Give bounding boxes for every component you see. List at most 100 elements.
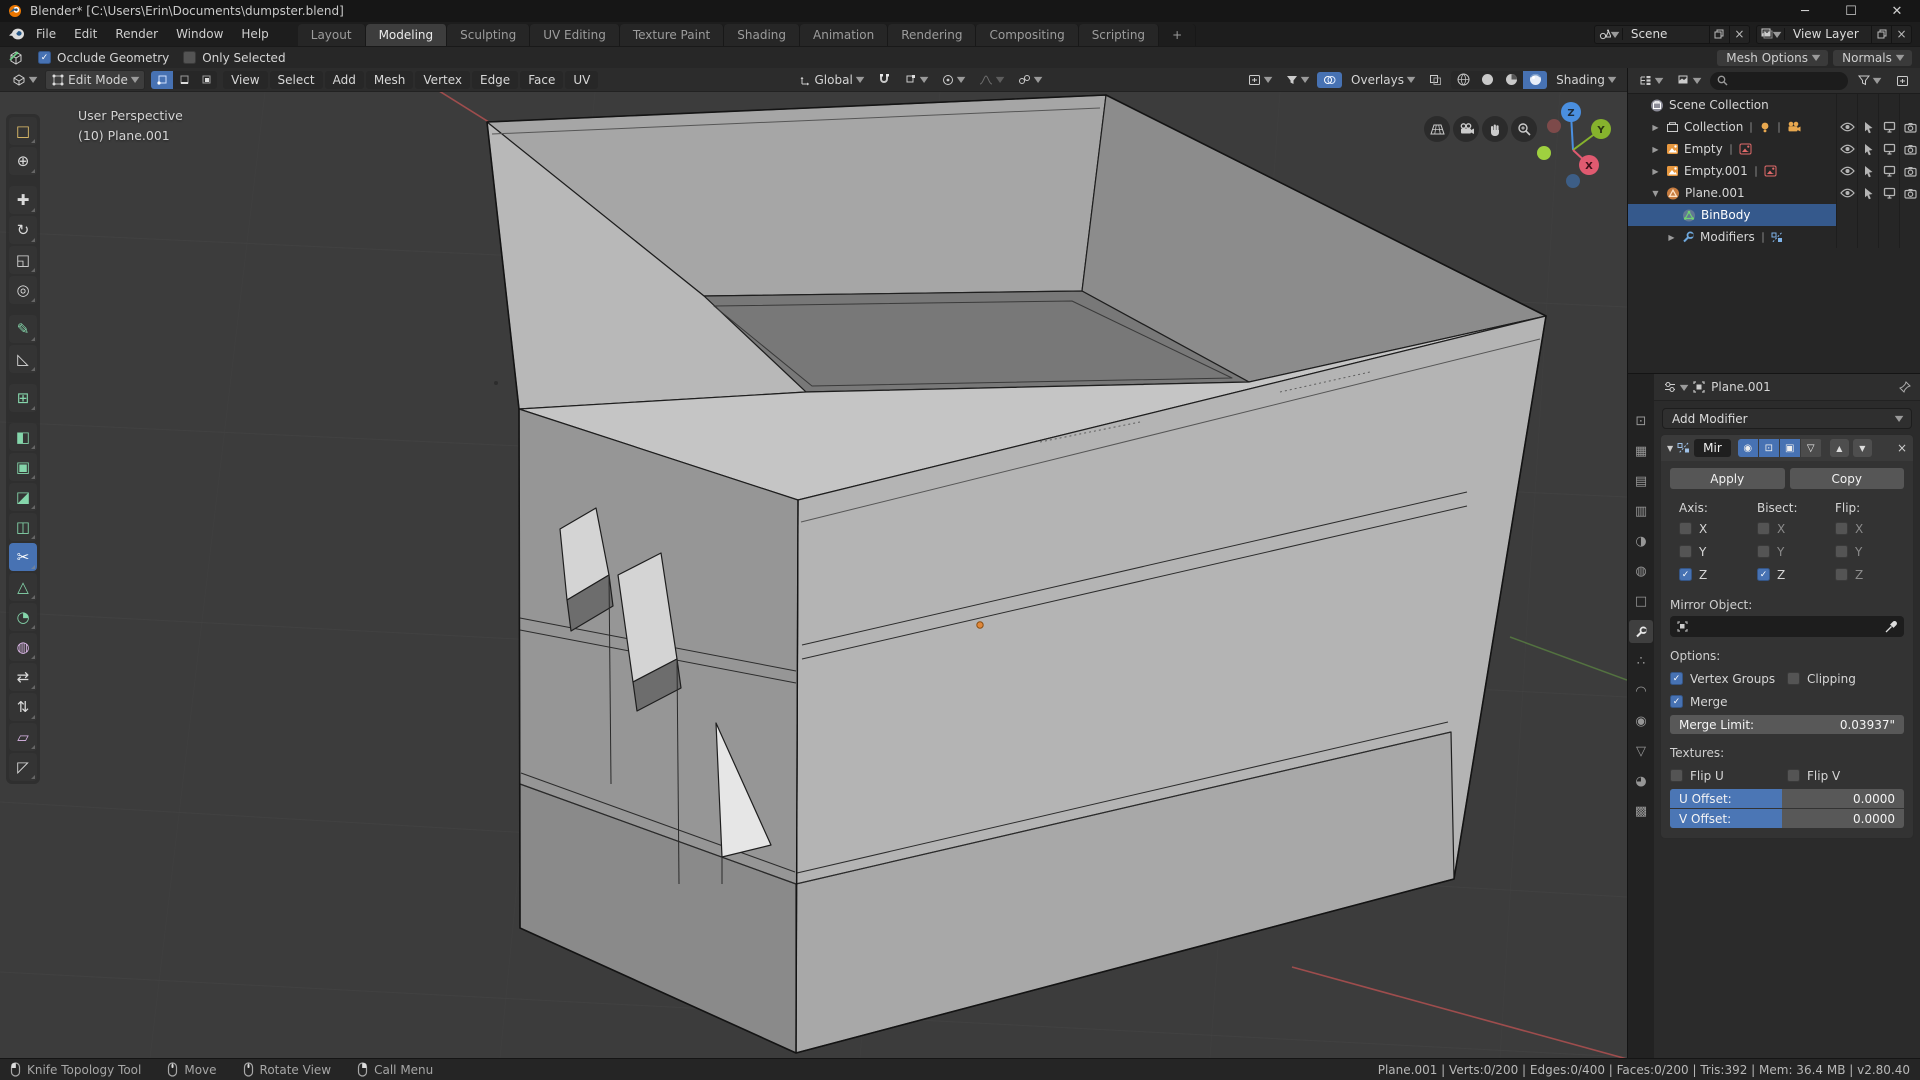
tab-animation[interactable]: Animation <box>800 24 888 46</box>
properties-tab-object-data[interactable]: ▽ <box>1629 740 1653 763</box>
outliner-editor-type-button[interactable]: ▼ <box>1633 73 1668 89</box>
axis-y-option[interactable]: Y <box>1679 540 1748 563</box>
merge-option[interactable]: ✓Merge <box>1670 690 1904 713</box>
dumpster-mesh[interactable] <box>487 95 1546 1053</box>
toggle-eye-icon[interactable] <box>1836 116 1857 138</box>
toggle-pointer-icon[interactable] <box>1857 138 1878 160</box>
menu-file[interactable]: File <box>27 27 65 41</box>
tool-loop-cut[interactable]: ◫ <box>9 513 37 541</box>
tab-uv-editing[interactable]: UV Editing <box>530 24 620 46</box>
bisect-y-option[interactable]: Y <box>1757 540 1826 563</box>
flip-v-option[interactable]: Flip V <box>1787 764 1904 787</box>
outliner-display-mode-button[interactable]: ▼ <box>1672 73 1706 89</box>
overlays-filter-dropdown[interactable]: ▼ <box>1280 72 1314 88</box>
axis-z-checkbox[interactable]: ✓ <box>1679 568 1692 581</box>
bisect-z-option[interactable]: ✓Z <box>1757 563 1826 586</box>
vertex-select-mode[interactable] <box>151 71 173 89</box>
menu-help[interactable]: Help <box>232 27 277 41</box>
camera-view-button[interactable] <box>1453 116 1479 142</box>
tool-scale[interactable]: ◱ <box>9 246 37 274</box>
normals-dropdown[interactable]: Normals▼ <box>1833 50 1912 66</box>
add-workspace-button[interactable]: + <box>1159 24 1196 46</box>
tool-inset-faces[interactable]: ▣ <box>9 453 37 481</box>
viewport-menu-select[interactable]: Select <box>270 71 323 89</box>
flip-y-option[interactable]: Y <box>1835 540 1904 563</box>
toggle-monitor-icon[interactable] <box>1878 182 1899 204</box>
outliner-row-binbody[interactable]: BinBody <box>1628 204 1920 226</box>
pan-view-button[interactable] <box>1482 116 1508 142</box>
shading-material[interactable] <box>1499 71 1523 89</box>
flip-z-option[interactable]: Z <box>1835 563 1904 586</box>
toggle-camera-icon[interactable] <box>1899 116 1920 138</box>
outliner-row-modifiers[interactable]: ▶Modifiers <box>1628 226 1920 248</box>
scene-name[interactable]: Scene <box>1623 27 1709 41</box>
overlays-toggle[interactable] <box>1317 72 1342 88</box>
tool-measure[interactable]: ◺ <box>9 345 37 373</box>
only-selected-checkbox[interactable] <box>183 51 196 64</box>
flip-x-option[interactable]: X <box>1835 517 1904 540</box>
toggle-monitor-icon[interactable] <box>1878 116 1899 138</box>
snap-affect-dropdown[interactable]: ▼ <box>1012 72 1047 88</box>
outliner-filter-button[interactable]: ▼ <box>1852 73 1886 88</box>
outliner-row-collection[interactable]: ▶Collection <box>1628 116 1920 138</box>
flip-y-checkbox[interactable] <box>1835 545 1848 558</box>
tool-transform[interactable]: ◎ <box>9 276 37 304</box>
merge-limit-slider[interactable]: Merge Limit: 0.03937" <box>1670 715 1904 734</box>
properties-tab-scene[interactable]: ◑ <box>1629 530 1653 553</box>
outliner-row-plane-001[interactable]: ▼Plane.001 <box>1628 182 1920 204</box>
flip-x-checkbox[interactable] <box>1835 522 1848 535</box>
properties-tab-particles[interactable]: ∴ <box>1629 650 1653 673</box>
viewport-menu-face[interactable]: Face <box>520 71 563 89</box>
shading-solid[interactable] <box>1475 71 1499 89</box>
close-button[interactable]: ✕ <box>1874 0 1920 22</box>
snap-settings-dropdown[interactable]: ▼ <box>899 72 933 88</box>
modifier-move-down-button[interactable]: ▼ <box>1853 439 1872 457</box>
gizmo-neg-x[interactable] <box>1547 119 1561 133</box>
outliner-search-input[interactable] <box>1710 72 1848 90</box>
outliner-row-scene collection[interactable]: Scene Collection <box>1628 94 1920 116</box>
maximize-button[interactable]: ☐ <box>1828 0 1874 22</box>
show-gizmo-dropdown[interactable]: ▼ <box>1242 72 1277 88</box>
properties-tab-object[interactable]: □ <box>1629 590 1653 613</box>
properties-tab-texture[interactable]: ▩ <box>1629 800 1653 823</box>
tool-select-box[interactable]: □ <box>9 117 37 145</box>
editor-type-button[interactable]: ▼ <box>6 72 42 88</box>
clipping-checkbox[interactable] <box>1787 672 1800 685</box>
bisect-y-checkbox[interactable] <box>1757 545 1770 558</box>
occlude-geometry-checkbox[interactable]: ✓ <box>38 51 51 64</box>
overlays-dropdown[interactable]: Overlays▼ <box>1345 71 1420 89</box>
face-select-mode[interactable] <box>195 71 217 89</box>
tool-add-cube[interactable]: ⊞ <box>9 384 37 412</box>
blender-icon[interactable] <box>8 27 25 41</box>
toggle-camera-icon[interactable] <box>1899 138 1920 160</box>
properties-tab-material[interactable]: ◕ <box>1629 770 1653 793</box>
axis-y-checkbox[interactable] <box>1679 545 1692 558</box>
toggle-camera-icon[interactable] <box>1899 160 1920 182</box>
tab-compositing[interactable]: Compositing <box>976 24 1078 46</box>
disclosure-right-icon[interactable]: ▶ <box>1666 233 1677 242</box>
minimize-button[interactable]: ─ <box>1782 0 1828 22</box>
view-layer-name[interactable]: View Layer <box>1785 27 1871 41</box>
u-offset-slider[interactable]: U Offset: 0.0000 <box>1670 789 1904 808</box>
tool-annotate[interactable]: ✎ <box>9 315 37 343</box>
modifier-render-toggle[interactable]: ◉ <box>1738 439 1759 457</box>
toggle-camera-icon[interactable] <box>1899 182 1920 204</box>
properties-tab-view-layer[interactable]: ▥ <box>1629 500 1653 523</box>
new-scene-button[interactable] <box>1709 26 1729 43</box>
gizmo-neg-z[interactable] <box>1566 174 1580 188</box>
outliner-restriction-button[interactable] <box>1890 73 1915 89</box>
properties-tab-render[interactable]: ▦ <box>1629 440 1653 463</box>
properties-tab-modifiers[interactable] <box>1629 620 1653 643</box>
toggle-pointer-icon[interactable] <box>1857 160 1878 182</box>
axis-x-option[interactable]: X <box>1679 517 1748 540</box>
v-offset-slider[interactable]: V Offset: 0.0000 <box>1670 809 1904 828</box>
bisect-x-checkbox[interactable] <box>1757 522 1770 535</box>
mode-dropdown[interactable]: Edit Mode▼ <box>45 70 145 90</box>
bisect-x-option[interactable]: X <box>1757 517 1826 540</box>
tool-shrink-fatten[interactable]: ⇅ <box>9 693 37 721</box>
tool-poly-build[interactable]: △ <box>9 573 37 601</box>
shading-wireframe[interactable] <box>1451 71 1475 89</box>
tool-bevel[interactable]: ◪ <box>9 483 37 511</box>
flip-u-option[interactable]: Flip U <box>1670 764 1787 787</box>
tool-shear[interactable]: ▱ <box>9 723 37 751</box>
